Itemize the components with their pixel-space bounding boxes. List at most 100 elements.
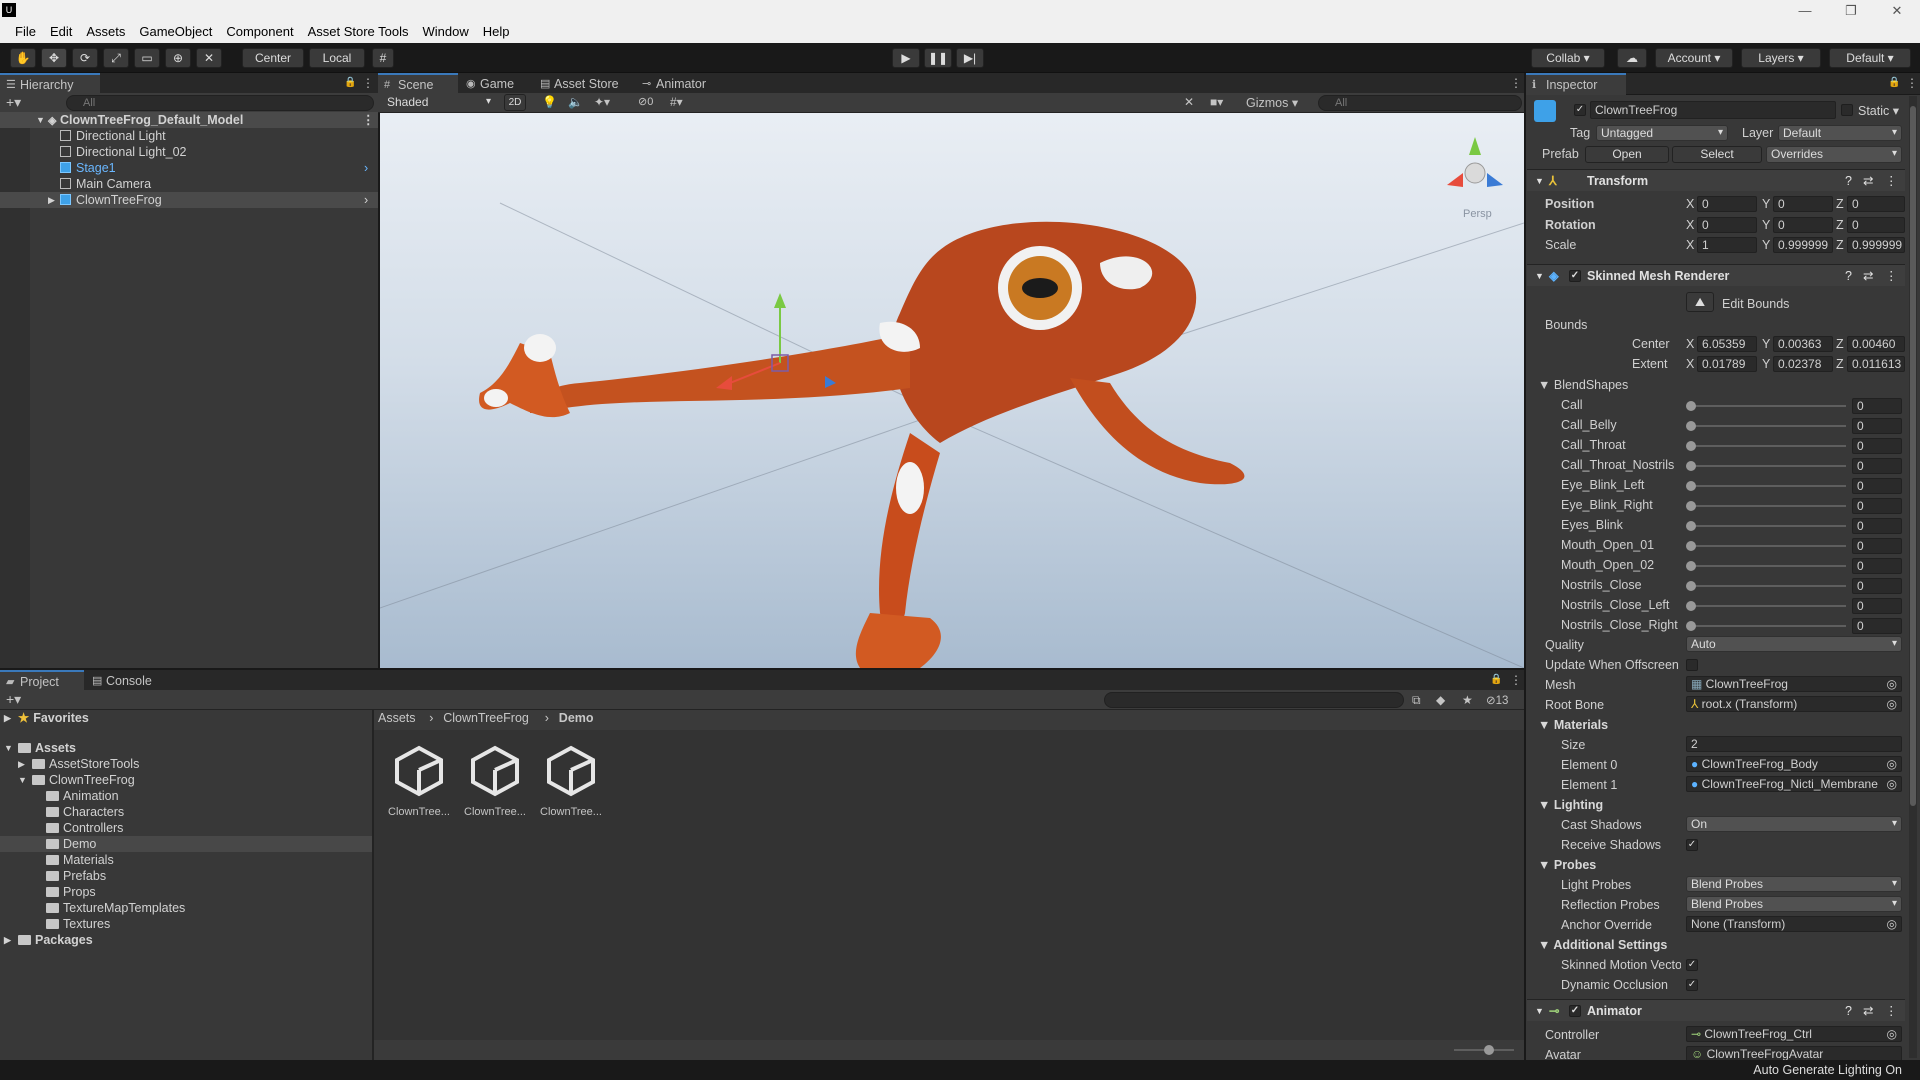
account-dropdown[interactable]: Account ▾ xyxy=(1655,48,1733,68)
light-probes-dropdown[interactable]: Blend Probes xyxy=(1686,876,1902,892)
scene-viewport[interactable]: Persp xyxy=(380,113,1524,668)
tab-inspector[interactable]: ℹ Inspector xyxy=(1526,73,1626,95)
object-picker-icon[interactable]: ◎ xyxy=(1887,757,1897,771)
active-checkbox[interactable]: ✓ xyxy=(1574,104,1586,116)
blendshape-slider-track[interactable] xyxy=(1690,525,1846,527)
prefab-overrides-dropdown[interactable]: Overrides xyxy=(1766,146,1902,163)
breadcrumb-item[interactable]: Demo xyxy=(559,711,594,725)
grid-snap-icon[interactable]: # xyxy=(372,48,394,68)
layers-dropdown[interactable]: Layers ▾ xyxy=(1741,48,1821,68)
breadcrumb-item[interactable]: Assets xyxy=(378,711,416,725)
hierarchy-item[interactable]: Stage1 › xyxy=(0,160,378,176)
hierarchy-root-row[interactable]: ▼ ◈ ClownTreeFrog_Default_Model ⋮ xyxy=(0,112,378,128)
scale-z-input[interactable]: 0.999999 xyxy=(1847,237,1905,253)
hand-tool-icon[interactable]: ✋ xyxy=(10,48,36,68)
tree-characters[interactable]: Characters xyxy=(0,804,372,820)
play-button[interactable]: ▶ xyxy=(892,48,920,68)
breadcrumb-item[interactable]: ClownTreeFrog xyxy=(443,711,529,725)
packages-folder[interactable]: ▶ Packages xyxy=(0,932,372,948)
position-z-input[interactable]: 0 xyxy=(1847,196,1905,212)
root-bone-object-field[interactable]: ⅄ root.x (Transform) ◎ xyxy=(1686,696,1902,712)
blendshape-value-input[interactable]: 0 xyxy=(1852,618,1902,634)
close-button[interactable]: ✕ xyxy=(1874,0,1920,22)
tree-props[interactable]: Props xyxy=(0,884,372,900)
receive-shadows-checkbox[interactable]: ✓ xyxy=(1686,839,1698,851)
grid-toggle-icon[interactable]: #▾ xyxy=(670,95,683,109)
transform-header[interactable]: ▼ ⅄ Transform ? ⇄ ⋮ xyxy=(1527,169,1905,191)
blendshape-slider-knob[interactable] xyxy=(1686,561,1696,571)
create-plus-icon[interactable]: +▾ xyxy=(6,691,21,708)
expand-arrow-icon[interactable]: ▼ xyxy=(1535,265,1544,287)
dynamic-occlusion-checkbox[interactable]: ✓ xyxy=(1686,979,1698,991)
hidden-packages-icon[interactable]: ⊘13 xyxy=(1486,693,1508,707)
static-checkbox[interactable] xyxy=(1841,104,1853,116)
skinned-mesh-renderer-header[interactable]: ▼ ◈ ✓ Skinned Mesh Renderer ? ⇄ ⋮ xyxy=(1527,264,1905,286)
scale-y-input[interactable]: 0.999999 xyxy=(1773,237,1833,253)
tab-scene[interactable]: # Scene xyxy=(378,73,458,95)
blendshape-slider-knob[interactable] xyxy=(1686,601,1696,611)
lighting-foldout[interactable]: ▼ Lighting xyxy=(1538,798,1603,812)
tab-asset-store[interactable]: ▤ Asset Store xyxy=(534,73,634,95)
tree-clowntreefrog[interactable]: ▼ ClownTreeFrog xyxy=(0,772,372,788)
blendshape-value-input[interactable]: 0 xyxy=(1852,398,1902,414)
assets-folder[interactable]: ▼ Assets xyxy=(0,740,372,756)
cast-shadows-dropdown[interactable]: On xyxy=(1686,816,1902,832)
step-button[interactable]: ▶| xyxy=(956,48,984,68)
lock-icon[interactable]: 🔒 xyxy=(1490,674,1502,685)
tab-hierarchy[interactable]: ☰ Hierarchy xyxy=(0,73,100,95)
move-tool-icon[interactable]: ✥ xyxy=(41,48,67,68)
quality-dropdown[interactable]: Auto xyxy=(1686,636,1902,652)
lock-icon[interactable]: 🔒 xyxy=(1888,77,1900,88)
blendshape-slider-track[interactable] xyxy=(1690,465,1846,467)
position-x-input[interactable]: 0 xyxy=(1697,196,1757,212)
2d-toggle-button[interactable]: 2D xyxy=(504,94,526,111)
search-by-label-icon[interactable]: ◆ xyxy=(1436,693,1445,707)
menu-window[interactable]: Window xyxy=(416,24,476,39)
expand-arrow-icon[interactable]: ▼ xyxy=(1535,170,1544,192)
tab-game[interactable]: ◉ Game xyxy=(460,73,532,95)
edit-bounds-button[interactable]: ⛰ xyxy=(1686,292,1714,312)
chevron-right-icon[interactable]: › xyxy=(364,192,368,208)
asset-item[interactable]: ClownTree... xyxy=(460,740,530,818)
controller-object-field[interactable]: ⊸ ClownTreeFrog_Ctrl ◎ xyxy=(1686,1026,1902,1042)
tab-console[interactable]: ▤ Console xyxy=(86,670,164,692)
help-icon[interactable]: ? xyxy=(1845,1000,1852,1022)
kebab-menu-icon[interactable]: ⋮ xyxy=(1510,673,1522,687)
kebab-menu-icon[interactable]: ⋮ xyxy=(1885,170,1898,192)
bounds-center-x-input[interactable]: 6.05359 xyxy=(1697,336,1757,352)
blendshapes-foldout[interactable]: ▼ BlendShapes xyxy=(1538,378,1628,392)
blendshape-value-input[interactable]: 0 xyxy=(1852,538,1902,554)
scale-x-input[interactable]: 1 xyxy=(1697,237,1757,253)
update-offscreen-checkbox[interactable] xyxy=(1686,659,1698,671)
create-plus-icon[interactable]: +▾ xyxy=(6,94,21,111)
expand-arrow-icon[interactable]: ▶ xyxy=(48,192,55,208)
audio-toggle-icon[interactable]: 🔈 xyxy=(568,95,583,109)
element1-object-field[interactable]: ● ClownTreeFrog_Nicti_Membrane ◎ xyxy=(1686,776,1902,792)
object-name-input[interactable]: ClownTreeFrog xyxy=(1590,101,1836,119)
tools-icon[interactable]: ✕ xyxy=(1184,95,1194,109)
hierarchy-item[interactable]: ▶ ClownTreeFrog › xyxy=(0,192,378,208)
bounds-extent-y-input[interactable]: 0.02378 xyxy=(1773,356,1833,372)
blendshape-slider-knob[interactable] xyxy=(1686,501,1696,511)
blendshape-slider-track[interactable] xyxy=(1690,405,1846,407)
blendshape-slider-knob[interactable] xyxy=(1686,461,1696,471)
pivot-center-button[interactable]: Center xyxy=(242,48,304,68)
rotation-y-input[interactable]: 0 xyxy=(1773,217,1833,233)
hierarchy-item[interactable]: Main Camera xyxy=(0,176,378,192)
blendshape-slider-track[interactable] xyxy=(1690,605,1846,607)
preset-icon[interactable]: ⇄ xyxy=(1863,1000,1873,1022)
expand-arrow-icon[interactable]: ▼ xyxy=(4,740,13,756)
blendshape-value-input[interactable]: 0 xyxy=(1852,478,1902,494)
kebab-menu-icon[interactable]: ⋮ xyxy=(362,112,375,128)
preset-icon[interactable]: ⇄ xyxy=(1863,265,1873,287)
minimize-button[interactable]: — xyxy=(1782,0,1828,22)
pivot-local-button[interactable]: Local xyxy=(309,48,365,68)
expand-arrow-icon[interactable]: ▶ xyxy=(18,756,25,772)
chevron-right-icon[interactable]: › xyxy=(364,160,368,176)
mesh-object-field[interactable]: ▦ ClownTreeFrog ◎ xyxy=(1686,676,1902,692)
blendshape-slider-knob[interactable] xyxy=(1686,401,1696,411)
reflection-probes-dropdown[interactable]: Blend Probes xyxy=(1686,896,1902,912)
expand-arrow-icon[interactable]: ▶ xyxy=(4,932,11,948)
tree-materials[interactable]: Materials xyxy=(0,852,372,868)
menu-component[interactable]: Component xyxy=(219,24,300,39)
